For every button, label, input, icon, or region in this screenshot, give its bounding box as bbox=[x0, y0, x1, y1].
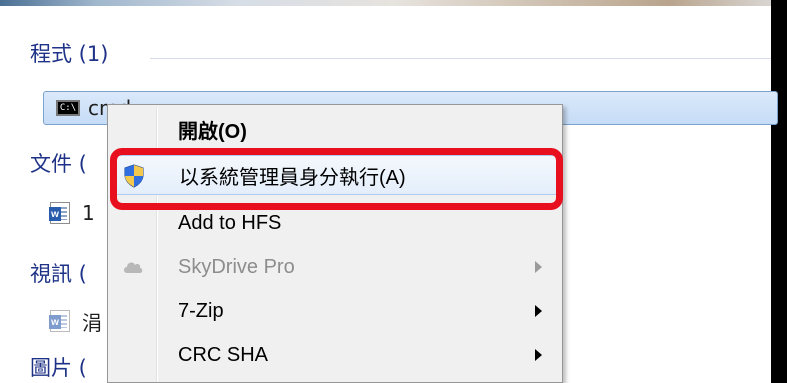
group-header-videos[interactable]: 視訊 ( bbox=[30, 258, 87, 288]
word-document-icon: w bbox=[49, 310, 70, 332]
menu-item-open[interactable]: 開啟(O) bbox=[110, 109, 560, 149]
menu-item-label: 開啟(O) bbox=[178, 120, 247, 143]
menu-item-skydrive-pro[interactable]: SkyDrive Pro bbox=[110, 247, 560, 287]
cloud-icon bbox=[122, 258, 144, 281]
annotation-highlight-box bbox=[110, 148, 563, 210]
menu-item-label: Add to HFS bbox=[178, 211, 282, 234]
menu-item-7zip[interactable]: 7-Zip bbox=[110, 291, 560, 331]
result-item-video[interactable]: w 涓 bbox=[49, 306, 102, 336]
menu-item-label: SkyDrive Pro bbox=[178, 255, 295, 278]
context-menu: 開啟(O) 以系統管理員身分執行(A) Add to HFS SkyDrive … bbox=[107, 104, 563, 383]
group-header-pictures[interactable]: 圖片 ( bbox=[30, 352, 87, 382]
menu-item-crc-sha[interactable]: CRC SHA bbox=[110, 335, 560, 375]
result-item-document[interactable]: w 1 bbox=[49, 198, 95, 228]
command-prompt-icon: C:\ bbox=[56, 100, 80, 116]
group-header-documents[interactable]: 文件 ( bbox=[30, 148, 87, 178]
submenu-arrow-icon bbox=[535, 305, 542, 317]
group-header-programs[interactable]: 程式 (1) bbox=[30, 38, 108, 68]
word-document-icon: w bbox=[49, 202, 70, 224]
result-item-label: 涓 bbox=[82, 310, 102, 335]
group-divider bbox=[150, 58, 771, 59]
submenu-arrow-icon bbox=[535, 349, 542, 361]
result-item-label: 1 bbox=[82, 201, 95, 225]
window-right-edge bbox=[771, 0, 787, 383]
submenu-arrow-icon bbox=[535, 261, 542, 273]
menu-item-label: CRC SHA bbox=[178, 343, 269, 366]
menu-item-label: 7-Zip bbox=[178, 299, 224, 322]
